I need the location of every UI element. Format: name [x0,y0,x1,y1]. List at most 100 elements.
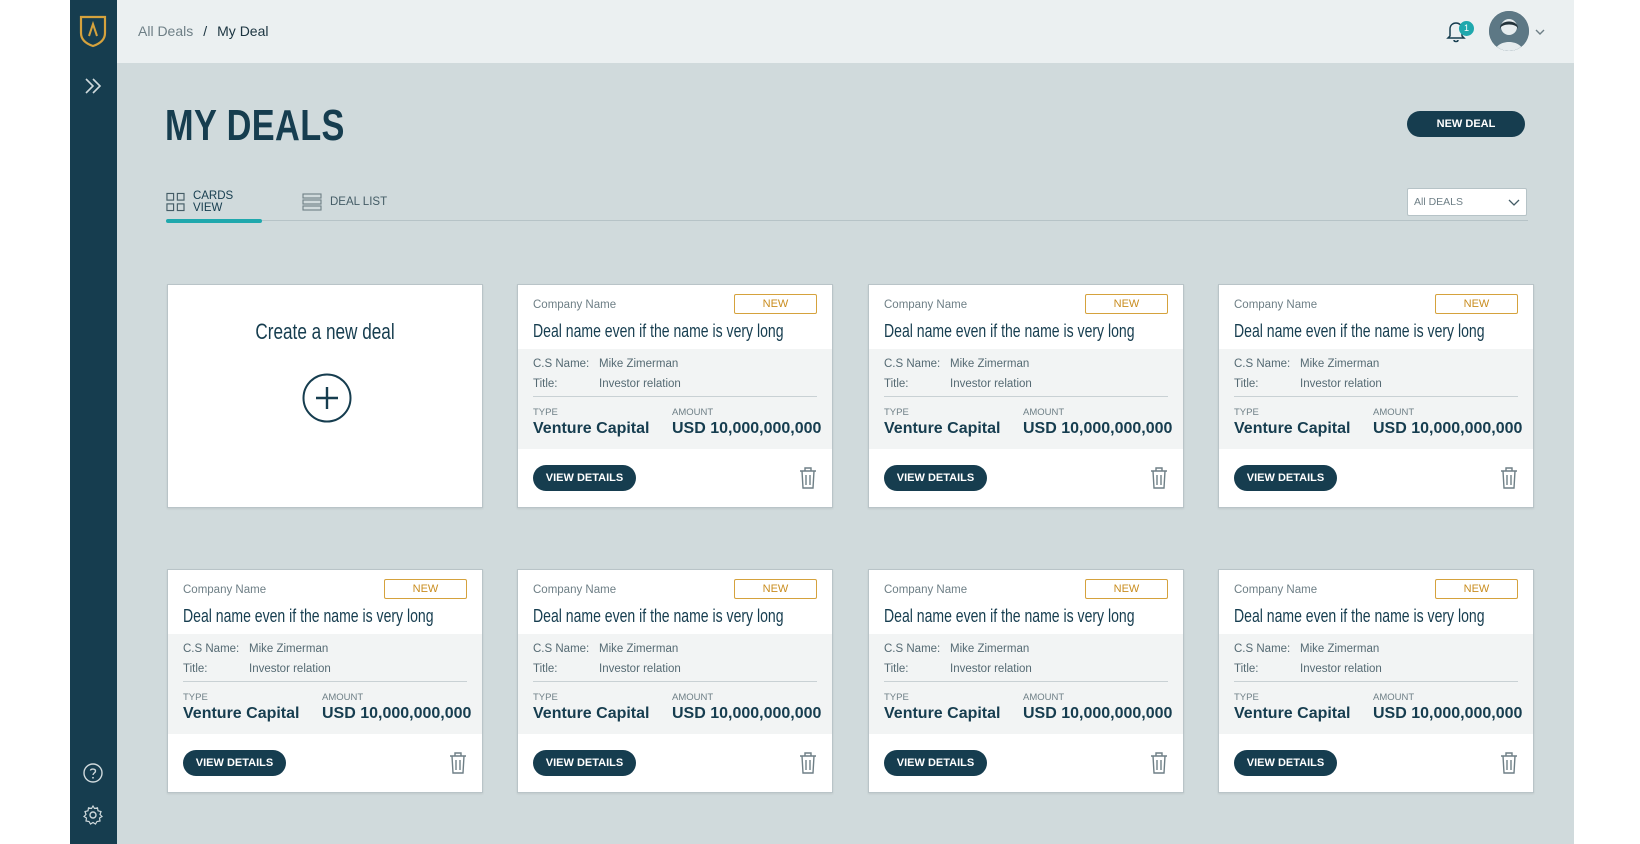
cs-name-label: C.S Name: [533,358,590,370]
deal-name: Deal name even if the name is very long [884,321,1135,341]
trash-icon[interactable] [798,751,818,775]
title-label: Title: [533,378,558,390]
title-row: Title: Investor relation [533,663,681,675]
cs-name-row: C.S Name: Mike Zimerman [884,643,1029,655]
type-value: Venture Capital [533,705,650,722]
tab-deal-list-label: DEAL LIST [330,196,388,208]
cs-name-row: C.S Name: Mike Zimerman [183,643,328,655]
new-deal-button[interactable]: NEW DEAL [1407,111,1525,137]
title-value: Investor relation [950,663,1032,675]
breadcrumb-parent-link[interactable]: All Deals [138,23,193,39]
avatar[interactable] [1489,11,1529,51]
amount-value: USD 10,000,000,000 [672,705,822,722]
double-chevron-right-icon[interactable] [81,74,105,98]
title-row: Title: Investor relation [533,378,681,390]
top-bar: All Deals / My Deal 1 [117,0,1574,63]
main-content: MY DEALS NEW DEAL CARDS VIEW DEAL LIST A… [117,63,1574,844]
type-value: Venture Capital [1234,705,1351,722]
sidebar [70,0,117,844]
status-badge: NEW [384,579,467,599]
view-details-button[interactable]: VIEW DETAILS [183,750,286,776]
chevron-down-icon[interactable] [1534,26,1546,38]
cs-name-label: C.S Name: [533,643,590,655]
plus-circle-icon[interactable] [302,373,352,423]
breadcrumb-separator: / [203,23,208,39]
deal-name: Deal name even if the name is very long [533,321,784,341]
trash-icon[interactable] [798,466,818,490]
view-tabs: CARDS VIEW DEAL LIST [166,183,1528,223]
type-value: Venture Capital [1234,420,1351,437]
view-details-button[interactable]: VIEW DETAILS [884,750,987,776]
deal-card: Company Name NEW Deal name even if the n… [517,569,833,793]
divider [533,396,817,397]
user-avatar-icon [1489,11,1529,51]
tab-cards-view[interactable]: CARDS VIEW [166,183,262,223]
trash-icon[interactable] [448,751,468,775]
title-row: Title: Investor relation [884,378,1032,390]
title-value: Investor relation [1300,378,1382,390]
trash-icon[interactable] [1499,751,1519,775]
deal-name: Deal name even if the name is very long [884,606,1135,626]
title-value: Investor relation [950,378,1032,390]
cs-name-row: C.S Name: Mike Zimerman [533,643,678,655]
type-label: TYPE [183,692,208,703]
cs-name-label: C.S Name: [1234,358,1291,370]
deal-card: Company Name NEW Deal name even if the n… [1218,569,1534,793]
amount-label: AMOUNT [1373,692,1415,703]
chevron-down-icon [1508,199,1520,206]
title-row: Title: Investor relation [1234,378,1382,390]
view-details-button[interactable]: VIEW DETAILS [533,465,636,491]
deal-name: Deal name even if the name is very long [1234,606,1485,626]
title-value: Investor relation [249,663,331,675]
shield-logo-icon[interactable] [79,14,107,48]
type-label: TYPE [884,692,909,703]
company-name: Company Name [533,299,617,311]
trash-icon[interactable] [1149,466,1169,490]
type-label: TYPE [884,407,909,418]
cs-name-value: Mike Zimerman [1300,643,1380,655]
help-circle-icon[interactable] [82,762,104,784]
create-deal-card[interactable]: Create a new deal [167,284,483,508]
trash-icon[interactable] [1149,751,1169,775]
status-badge: NEW [1085,579,1168,599]
amount-value: USD 10,000,000,000 [1373,420,1523,437]
title-value: Investor relation [1300,663,1382,675]
status-badge: NEW [734,294,817,314]
divider [1234,396,1518,397]
status-badge: NEW [734,579,817,599]
type-value: Venture Capital [884,705,1001,722]
notification-count-badge: 1 [1459,21,1474,36]
amount-label: AMOUNT [1373,407,1415,418]
gear-icon[interactable] [82,804,104,826]
deals-filter-select[interactable]: All DEALS [1407,188,1527,216]
cs-name-row: C.S Name: Mike Zimerman [884,358,1029,370]
page-title: MY DEALS [165,101,345,150]
title-label: Title: [533,663,558,675]
view-details-button[interactable]: VIEW DETAILS [533,750,636,776]
title-label: Title: [884,378,909,390]
type-label: TYPE [1234,407,1259,418]
list-icon [302,193,322,211]
tab-deal-list[interactable]: DEAL LIST [302,183,387,221]
deal-card: Company Name NEW Deal name even if the n… [167,569,483,793]
amount-value: USD 10,000,000,000 [672,420,822,437]
view-details-button[interactable]: VIEW DETAILS [1234,465,1337,491]
title-row: Title: Investor relation [884,663,1032,675]
status-badge: NEW [1435,294,1518,314]
title-label: Title: [183,663,208,675]
deal-card: Company Name NEW Deal name even if the n… [868,284,1184,508]
deals-filter-value: All DEALS [1414,196,1464,208]
title-label: Title: [884,663,909,675]
company-name: Company Name [884,299,968,311]
title-value: Investor relation [599,663,681,675]
trash-icon[interactable] [1499,466,1519,490]
deal-info-panel: C.S Name: Mike Zimerman Title: Investor re… [869,349,1183,449]
app-window: All Deals / My Deal 1 MY DEALS NEW DEAL [70,0,1574,844]
status-badge: NEW [1085,294,1168,314]
deal-card: Company Name NEW Deal name even if the n… [868,569,1184,793]
view-details-button[interactable]: VIEW DETAILS [884,465,987,491]
view-details-button[interactable]: VIEW DETAILS [1234,750,1337,776]
amount-label: AMOUNT [322,692,364,703]
cs-name-label: C.S Name: [183,643,240,655]
title-row: Title: Investor relation [183,663,331,675]
